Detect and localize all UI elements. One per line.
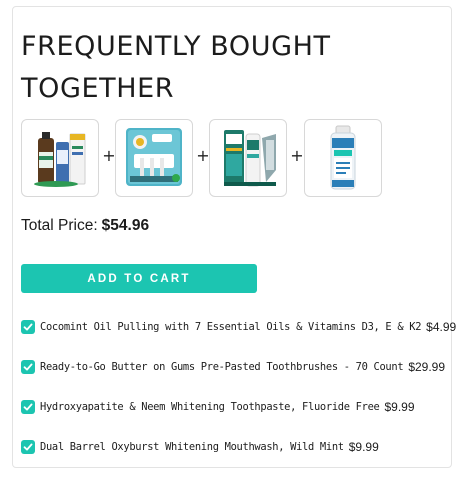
list-item[interactable]: Cocomint Oil Pulling with 7 Essential Oi… (21, 318, 456, 336)
item-name: Cocomint Oil Pulling with 7 Essential Oi… (40, 321, 422, 333)
item-price: $9.99 (348, 440, 379, 454)
toothpaste-image (224, 130, 276, 187)
product-tile-4[interactable] (304, 119, 382, 197)
plus-separator: + (290, 146, 304, 165)
item-price: $29.99 (408, 360, 446, 374)
item-name: Ready-to-Go Butter on Gums Pre-Pasted To… (40, 361, 404, 373)
list-item[interactable]: Dual Barrel Oxyburst Whitening Mouthwash… (21, 438, 379, 456)
product-tile-1[interactable] (21, 119, 99, 197)
total-price: Total Price: $54.96 (21, 217, 149, 235)
item-price: $9.99 (384, 400, 415, 414)
item-name: Dual Barrel Oxyburst Whitening Mouthwash… (40, 441, 344, 453)
mouthwash-bottle-image (330, 125, 356, 190)
checkbox-checked-icon[interactable] (21, 360, 35, 374)
product-tile-2[interactable] (115, 119, 193, 197)
checkbox-checked-icon[interactable] (21, 320, 35, 334)
item-price: $4.99 (426, 320, 457, 334)
section-title: FREQUENTLY BOUGHT TOGETHER (21, 31, 331, 104)
plus-separator: + (196, 146, 210, 165)
checkbox-checked-icon[interactable] (21, 440, 35, 454)
total-price-label: Total Price: (21, 217, 98, 234)
plus-separator: + (102, 146, 116, 165)
oil-bottle-image (34, 132, 86, 187)
product-tile-3[interactable] (209, 119, 287, 197)
add-to-cart-button[interactable]: ADD TO CART (21, 264, 257, 293)
item-name: Hydroxyapatite & Neem Whitening Toothpas… (40, 401, 380, 413)
toothbrush-pack-image (126, 128, 182, 186)
checkbox-checked-icon[interactable] (21, 400, 35, 414)
list-item[interactable]: Hydroxyapatite & Neem Whitening Toothpas… (21, 398, 415, 416)
total-price-amount: $54.96 (101, 217, 150, 234)
list-item[interactable]: Ready-to-Go Butter on Gums Pre-Pasted To… (21, 358, 445, 376)
